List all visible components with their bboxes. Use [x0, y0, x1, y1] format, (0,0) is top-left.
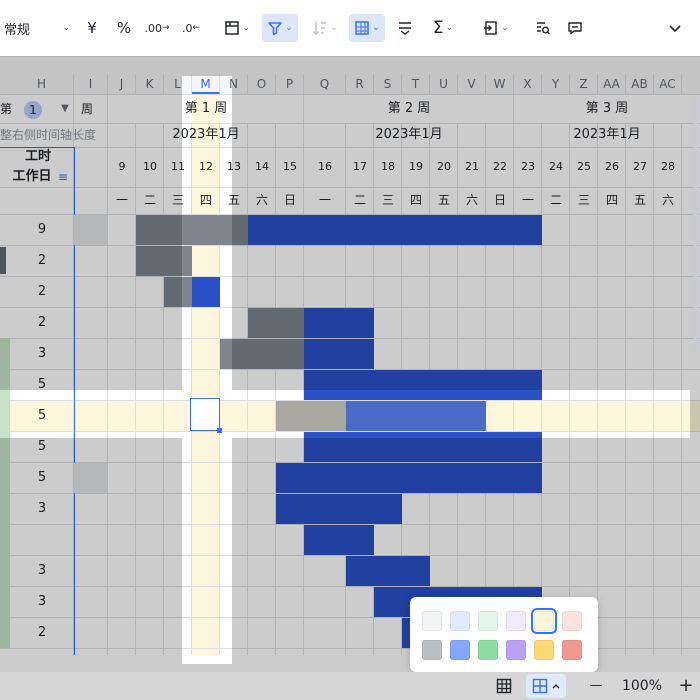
percent-format-button[interactable]: % [114, 14, 134, 42]
color-swatch-dark-5[interactable] [562, 640, 582, 660]
shade-region [0, 74, 182, 390]
color-swatch-light-2[interactable] [478, 611, 498, 631]
filter-icon [268, 22, 282, 36]
shade-region [0, 438, 182, 672]
freeze-button[interactable]: ⌄ [220, 14, 254, 42]
zoom-in-button[interactable]: + [676, 675, 696, 697]
increase-decimal-icon: .00 [144, 21, 162, 35]
shade-region [0, 56, 700, 74]
gantt-bar[interactable] [192, 277, 220, 307]
color-swatch-light-1[interactable] [450, 611, 470, 631]
shade-region [182, 74, 232, 76]
sum-icon: Σ [432, 18, 444, 38]
gantt-bar[interactable] [346, 401, 486, 431]
zoom-level[interactable]: 100% [614, 675, 670, 697]
status-bar: — 100% + [0, 672, 700, 700]
number-format-label: 常规 [4, 22, 31, 38]
color-swatch-light-3[interactable] [506, 611, 526, 631]
conditional-format-button[interactable]: ⌄ [349, 14, 385, 42]
grid-pattern-icon [532, 678, 547, 694]
day-number: 12 [199, 160, 213, 173]
weekday-label: 四 [199, 193, 212, 207]
search-icon [537, 22, 550, 35]
chevron-down-icon: ⌄ [372, 23, 380, 33]
wrap-text-icon [399, 22, 411, 35]
currency-format-button[interactable]: ¥ [82, 14, 102, 42]
sort-icon [313, 22, 327, 35]
color-swatch-dark-1[interactable] [450, 640, 470, 660]
currency-icon: ¥ [87, 19, 97, 37]
number-format-dropdown[interactable]: 常规 ⌄ [4, 14, 70, 42]
chevron-down-icon [669, 25, 681, 33]
grid-view-button[interactable] [496, 678, 514, 694]
column-header-m[interactable]: M [192, 74, 220, 94]
zoom-out-button[interactable]: — [586, 675, 606, 697]
filter-button[interactable]: ⌄ [262, 14, 298, 42]
chevron-down-icon: ⌄ [62, 23, 70, 33]
chevron-down-icon: ⌄ [330, 23, 338, 33]
horizontal-scrollbar[interactable] [0, 658, 10, 664]
color-swatch-dark-4[interactable] [534, 640, 554, 660]
color-swatch-light-4[interactable] [531, 608, 557, 634]
gantt-bar[interactable] [276, 401, 346, 431]
collapse-toolbar-button[interactable] [662, 14, 688, 42]
freeze-icon [225, 21, 239, 35]
shade-region [232, 74, 700, 390]
toolbar: 常规 ⌄ ¥ % .00 → .0 ← ⌄ ⌄ ⌄ ⌄ Σ ⌄ ⌄ [0, 0, 700, 56]
color-swatch-dark-0[interactable] [422, 640, 442, 660]
insert-icon [484, 21, 497, 35]
vertical-scrollbar[interactable] [693, 96, 699, 356]
chevron-down-icon: ⌄ [445, 23, 454, 33]
increase-decimal-button[interactable]: .00 → [144, 14, 169, 42]
chevron-down-icon: ⌄ [501, 23, 509, 33]
chevron-down-icon: ⌄ [285, 23, 293, 33]
shade-region [182, 664, 232, 672]
gantt-color-button[interactable] [526, 674, 566, 698]
wrap-text-button[interactable] [394, 14, 416, 42]
fill-handle[interactable] [217, 428, 222, 433]
chevron-down-icon: ⌄ [242, 23, 250, 33]
color-swatch-light-0[interactable] [422, 611, 442, 631]
chevron-up-icon [552, 684, 559, 689]
color-swatch-dark-3[interactable] [506, 640, 526, 660]
percent-icon: % [116, 19, 132, 37]
decrease-decimal-icon: .0 [181, 21, 193, 35]
table-icon [496, 678, 512, 694]
find-button[interactable] [532, 14, 554, 42]
sum-button[interactable]: Σ ⌄ [426, 14, 460, 42]
insert-button[interactable]: ⌄ [478, 14, 514, 42]
sort-button[interactable]: ⌄ [308, 14, 342, 42]
grid-pattern-icon [355, 21, 369, 35]
shade-region [690, 390, 700, 438]
color-swatch-dark-2[interactable] [478, 640, 498, 660]
comment-icon [568, 22, 582, 35]
comment-button[interactable] [564, 14, 586, 42]
workday-value[interactable]: 5 [10, 400, 74, 431]
decrease-decimal-button[interactable]: .0 ← [180, 14, 202, 42]
selected-cell[interactable] [190, 398, 220, 431]
color-palette-popup [410, 597, 598, 672]
color-swatch-light-5[interactable] [562, 611, 582, 631]
